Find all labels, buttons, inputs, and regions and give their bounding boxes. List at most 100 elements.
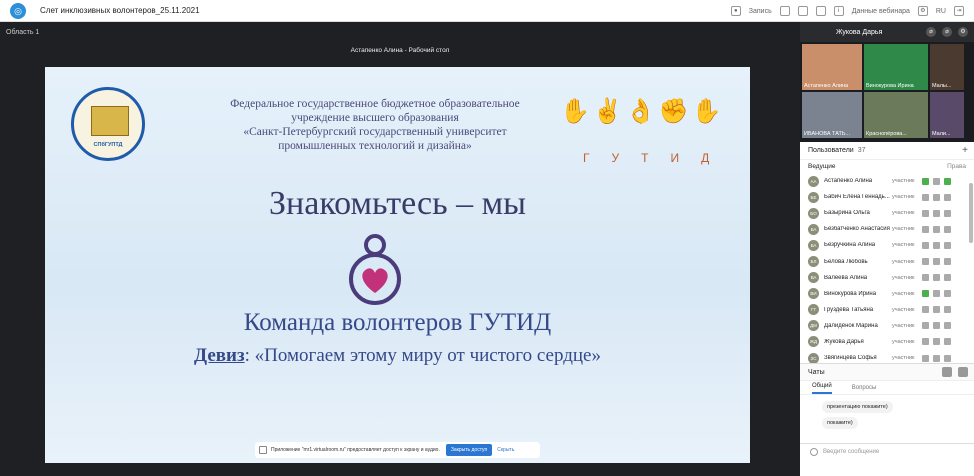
layout-icon[interactable] bbox=[779, 6, 790, 16]
camera-icon[interactable] bbox=[933, 177, 940, 185]
mic-off-icon[interactable] bbox=[922, 241, 929, 249]
video-tile[interactable]: ИВАНОВА ТАТЬ... bbox=[802, 92, 862, 138]
participant-row[interactable]: ЖД Жукова Дарья участник bbox=[800, 334, 974, 350]
video-tile[interactable]: Мали... bbox=[930, 92, 964, 138]
mic-off-icon[interactable] bbox=[922, 225, 929, 233]
avatar: ЗС bbox=[808, 352, 819, 363]
video-tile-name: ИВАНОВА ТАТЬ... bbox=[804, 131, 851, 137]
camera-off-icon[interactable] bbox=[933, 306, 940, 314]
camera-off-icon[interactable] bbox=[933, 209, 940, 217]
participant-row[interactable]: БА Безбатченко Анастасия участник bbox=[800, 221, 974, 237]
files-icon[interactable] bbox=[797, 6, 808, 16]
participant-row[interactable]: БА Безручкина Алина участник bbox=[800, 237, 974, 253]
right-panel: Жукова Дарья ⌀ ⌀ ⚙ Астапенко Алина Винок… bbox=[800, 22, 974, 476]
camera-off-icon[interactable] bbox=[933, 322, 940, 330]
building-icon bbox=[91, 106, 129, 136]
camera-off-icon[interactable] bbox=[933, 354, 940, 362]
chat-label: Чаты bbox=[808, 368, 825, 376]
mic-off-icon[interactable] bbox=[922, 322, 929, 330]
chat-message: презентацию покажите) bbox=[822, 401, 893, 413]
mic-off-icon[interactable] bbox=[922, 338, 929, 346]
tab-questions[interactable]: Вопросы bbox=[852, 385, 877, 394]
record-label[interactable]: Запись bbox=[749, 8, 772, 15]
participant-row[interactable]: ДМ Далидёнок Марина участник bbox=[800, 318, 974, 334]
rights-label[interactable]: Права bbox=[947, 163, 966, 170]
participant-row[interactable]: ВА Валеева Алина участник bbox=[800, 270, 974, 286]
motto-text: : «Помогаем этому миру от чистого сердце… bbox=[244, 345, 601, 366]
presenter-header: Жукова Дарья ⌀ ⌀ ⚙ bbox=[800, 22, 974, 42]
camera-off-icon[interactable] bbox=[933, 193, 940, 201]
screen-icon[interactable] bbox=[944, 241, 951, 249]
mic-off-icon[interactable] bbox=[922, 193, 929, 201]
info-icon[interactable]: i bbox=[833, 6, 844, 16]
hide-notice-link[interactable]: Скрыть bbox=[497, 447, 514, 453]
screen-icon[interactable] bbox=[944, 306, 951, 314]
mic-off-icon[interactable] bbox=[922, 306, 929, 314]
screen-icon[interactable] bbox=[944, 209, 951, 217]
camera-off-icon[interactable] bbox=[933, 290, 940, 298]
screen-icon[interactable] bbox=[944, 225, 951, 233]
participant-role: участник bbox=[892, 274, 915, 281]
video-tile[interactable]: Винокурова Ирина bbox=[864, 44, 928, 90]
camera-off-icon[interactable] bbox=[933, 258, 940, 266]
participant-row[interactable]: ЗС Звягинцева Софья участник bbox=[800, 350, 974, 363]
video-tile-name: Мали... bbox=[932, 131, 951, 137]
mic-off-icon[interactable] bbox=[922, 258, 929, 266]
participant-name: Бабич Елена Геннадь... bbox=[824, 194, 890, 201]
chat-input[interactable]: Введите сообщение bbox=[800, 443, 974, 459]
mic-on-icon[interactable] bbox=[922, 177, 929, 185]
presenter-name: Жукова Дарья bbox=[836, 28, 883, 36]
participant-row[interactable]: БО Базырина Ольга участник bbox=[800, 205, 974, 221]
participant-row[interactable]: ГТ Груздева Татьяна участник bbox=[800, 302, 974, 318]
participant-row[interactable]: ВИ Винокурова Ирина участник bbox=[800, 286, 974, 302]
chat-list-icon[interactable] bbox=[942, 367, 952, 377]
webinar-data-label[interactable]: Данные вебинара bbox=[852, 8, 910, 15]
settings-icon[interactable]: ⚙ bbox=[958, 27, 968, 37]
video-tile[interactable]: Астапенко Алина bbox=[802, 44, 862, 90]
emoji-icon[interactable] bbox=[810, 447, 818, 456]
mic-off-icon[interactable] bbox=[922, 274, 929, 282]
chat-header[interactable]: Чаты bbox=[800, 363, 974, 381]
list-scrollbar[interactable] bbox=[969, 183, 973, 243]
video-tile[interactable]: Краснопёрова... bbox=[864, 92, 928, 138]
org-line: «Санкт-Петербургский государственный уни… bbox=[243, 126, 507, 138]
team-name: Команда волонтеров ГУТИД bbox=[243, 309, 552, 336]
settings-icon[interactable]: ⚙ bbox=[917, 6, 928, 16]
mic-on-icon[interactable] bbox=[922, 290, 929, 298]
screen-icon[interactable] bbox=[944, 338, 951, 346]
screen-icon[interactable] bbox=[944, 354, 951, 362]
camera-off-icon[interactable] bbox=[933, 225, 940, 233]
participant-row[interactable]: АА Астапенко Алина участник bbox=[800, 173, 974, 189]
app-logo-icon[interactable]: ◎ bbox=[10, 2, 26, 19]
stop-sharing-button[interactable]: Закрыть доступ bbox=[445, 444, 493, 456]
record-icon[interactable]: ● bbox=[730, 6, 741, 16]
participant-role: участник bbox=[892, 242, 915, 249]
participants-header[interactable]: Пользователи 37 + bbox=[800, 142, 974, 160]
screen-icon[interactable] bbox=[944, 274, 951, 282]
users-icon[interactable] bbox=[815, 6, 826, 16]
participant-row[interactable]: БЛ Белова Любовь участник bbox=[800, 253, 974, 269]
top-toolbar: ● Запись i Данные вебинара ⚙ RU ⇥ bbox=[730, 0, 964, 22]
participant-row[interactable]: БЕ Бабич Елена Геннадь... участник bbox=[800, 189, 974, 205]
screen-icon[interactable] bbox=[944, 193, 951, 201]
mic-off-icon[interactable] bbox=[922, 354, 929, 362]
mic-off-icon[interactable] bbox=[922, 209, 929, 217]
add-participant-icon[interactable]: + bbox=[962, 145, 968, 156]
video-tile-name: Винокурова Ирина bbox=[866, 83, 914, 89]
language-select[interactable]: RU bbox=[936, 8, 946, 15]
screen-icon[interactable] bbox=[944, 290, 951, 298]
mic-off-icon[interactable]: ⌀ bbox=[926, 27, 936, 37]
video-tile[interactable]: Малы... bbox=[930, 44, 964, 90]
camera-off-icon[interactable] bbox=[933, 338, 940, 346]
screen-icon[interactable] bbox=[944, 177, 951, 185]
camera-off-icon[interactable]: ⌀ bbox=[942, 27, 952, 37]
screen-icon[interactable] bbox=[944, 322, 951, 330]
camera-off-icon[interactable] bbox=[933, 274, 940, 282]
video-grid: Астапенко Алина Винокурова Ирина Малы...… bbox=[800, 42, 974, 142]
chat-settings-icon[interactable] bbox=[958, 367, 968, 377]
leads-row: Ведущие Права bbox=[800, 160, 974, 173]
exit-icon[interactable]: ⇥ bbox=[954, 6, 964, 16]
camera-off-icon[interactable] bbox=[933, 241, 940, 249]
screen-icon[interactable] bbox=[944, 258, 951, 266]
tab-general[interactable]: Общий bbox=[812, 383, 832, 394]
